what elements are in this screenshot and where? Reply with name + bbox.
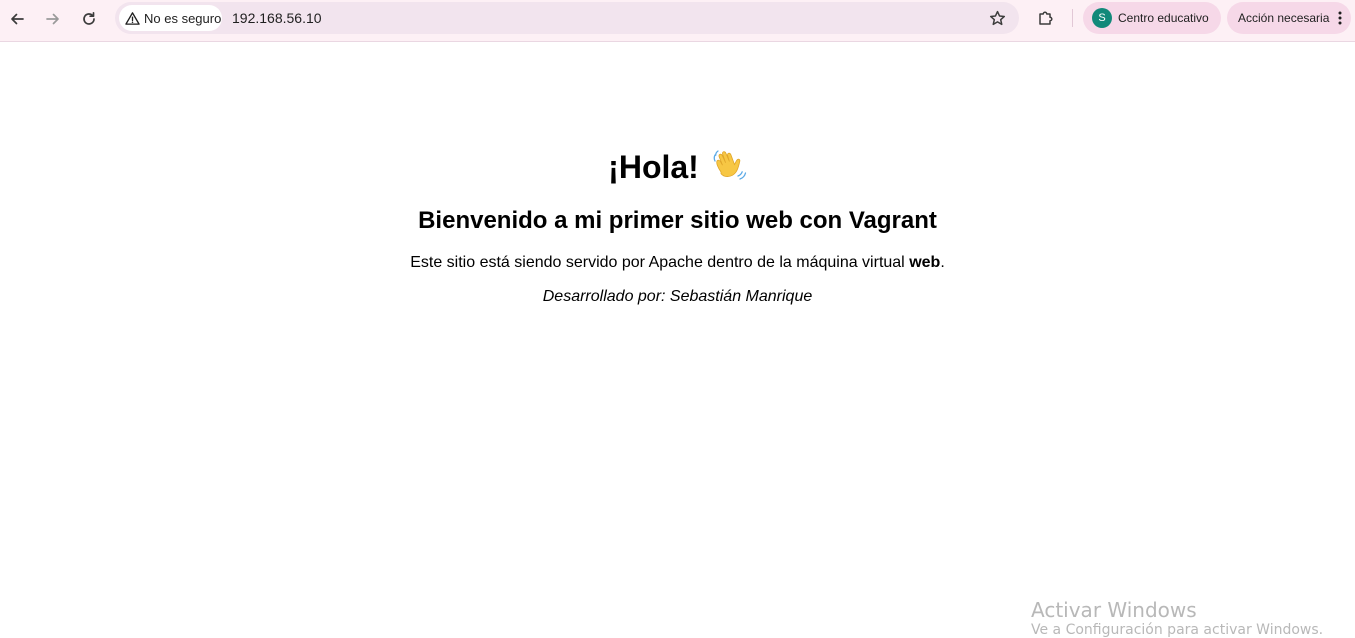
page-subtitle: Bienvenido a mi primer sitio web con Vag… [418, 207, 937, 234]
windows-activation-title: Activar Windows [1031, 598, 1197, 622]
reload-button[interactable] [75, 5, 103, 33]
page-content: ¡Hola! Bienvenido a mi primer sitio web … [0, 42, 1355, 635]
warning-icon [125, 11, 140, 25]
browser-toolbar: No es seguro 192.168.56.10 S Centro educ… [0, 0, 1355, 42]
intro-paragraph: Este sitio está siendo servido por Apach… [0, 254, 1355, 272]
security-indicator-button[interactable]: No es seguro [119, 5, 222, 31]
kebab-menu-icon [1338, 11, 1342, 25]
author-credit: Desarrollado por: Sebastián Manrique [542, 288, 813, 305]
url-text[interactable]: 192.168.56.10 [232, 10, 322, 26]
page-title: ¡Hola! [0, 146, 1355, 190]
extensions-button[interactable] [1033, 5, 1059, 31]
intro-text: Este sitio está siendo servido por Apach… [410, 254, 910, 271]
reload-icon [83, 11, 95, 25]
forward-arrow-icon [46, 13, 59, 25]
address-bar[interactable]: No es seguro 192.168.56.10 [115, 2, 1019, 34]
profile-label: Centro educativo [1118, 11, 1209, 25]
intro-period: . [940, 254, 945, 271]
star-icon [989, 10, 1005, 25]
action-required-label: Acción necesaria [1238, 11, 1330, 25]
bookmark-star-button[interactable] [987, 8, 1007, 28]
back-arrow-icon [11, 13, 24, 25]
avatar: S [1092, 8, 1112, 28]
back-button[interactable] [3, 5, 31, 33]
extensions-puzzle-icon [1039, 11, 1053, 25]
security-label: No es seguro [144, 10, 222, 26]
toolbar-divider [1072, 9, 1073, 27]
waving-hand-emoji [711, 146, 747, 190]
page-title-text: ¡Hola! [608, 149, 699, 185]
windows-activation-subtitle: Ve a Configuración para activar Windows. [1031, 622, 1324, 638]
forward-button[interactable] [39, 5, 67, 33]
action-required-button[interactable]: Acción necesaria [1227, 2, 1351, 34]
intro-bold-word: web [909, 254, 941, 271]
profile-button[interactable]: S Centro educativo [1083, 2, 1221, 34]
